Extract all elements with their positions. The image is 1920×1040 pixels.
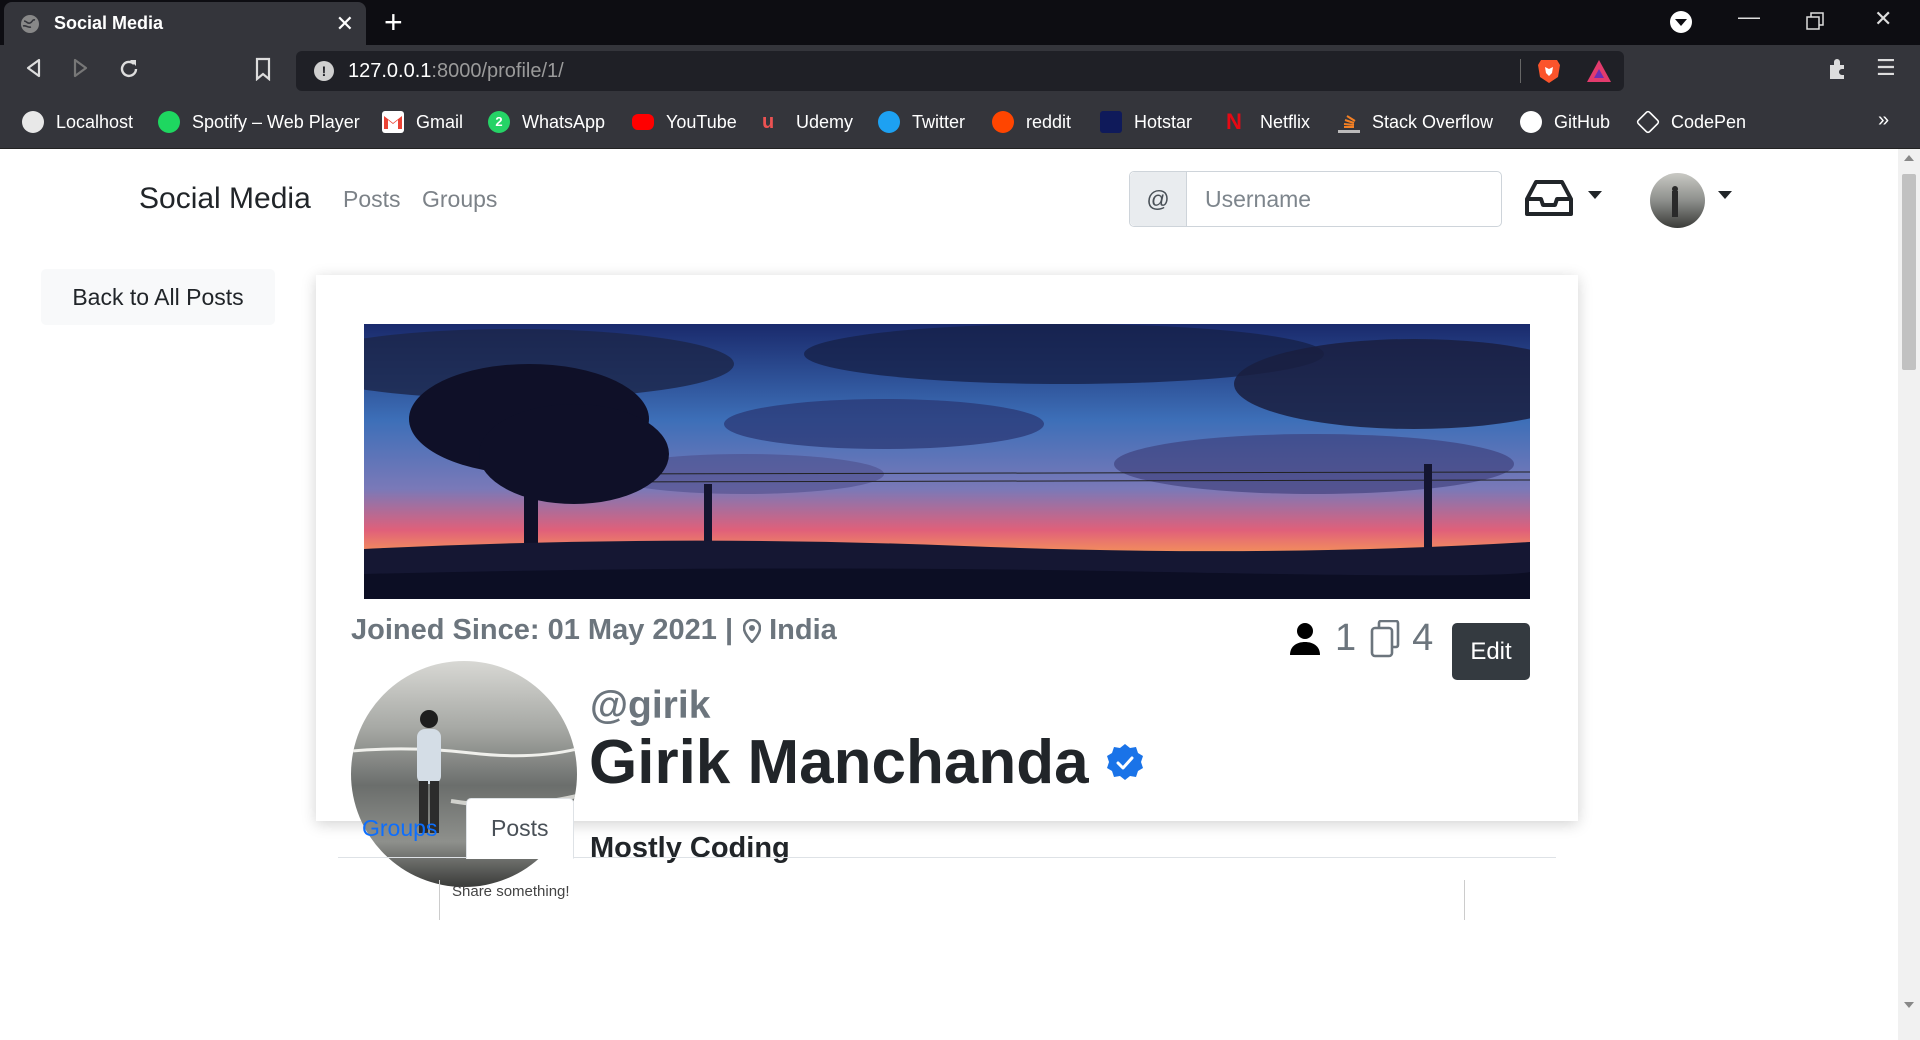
new-tab-icon[interactable]: + <box>384 4 403 41</box>
gmail-icon <box>382 111 404 133</box>
reload-icon[interactable] <box>117 57 141 81</box>
inbox-icon[interactable] <box>1524 179 1574 219</box>
profile-stats: 1 4 <box>1289 617 1433 660</box>
forward-icon[interactable] <box>70 57 90 79</box>
followers-count: 1 <box>1335 617 1357 659</box>
joined-info: Joined Since: 01 May 2021 | India <box>351 614 837 647</box>
username-search: @ <box>1129 171 1502 227</box>
profile-card: Joined Since: 01 May 2021 | India 1 4 Ed… <box>316 275 1578 887</box>
tab-groups[interactable]: Groups <box>338 798 461 859</box>
brave-shields-icon[interactable] <box>1536 57 1562 85</box>
location-pin-icon <box>743 618 762 643</box>
share-placeholder: Share something! <box>452 883 570 900</box>
menu-icon[interactable]: ☰ <box>1876 55 1896 81</box>
bookmark-icon[interactable] <box>254 57 272 81</box>
downloads-icon[interactable] <box>1670 11 1692 33</box>
back-to-posts-button[interactable]: Back to All Posts <box>41 269 275 325</box>
navbar-brand[interactable]: Social Media <box>139 182 311 216</box>
inbox-dropdown-caret[interactable] <box>1588 191 1602 199</box>
bookmarks-bar: Localhost Spotify – Web Player Gmail 2 Wh… <box>0 97 1920 149</box>
avatar[interactable] <box>1650 173 1705 228</box>
copy-icon <box>1370 619 1400 657</box>
bookmark-gmail[interactable]: Gmail <box>382 109 463 135</box>
profile-name: Girik Manchanda <box>589 727 1145 798</box>
bookmark-twitter[interactable]: Twitter <box>878 109 965 135</box>
search-prefix: @ <box>1130 172 1187 226</box>
netflix-icon: N <box>1226 109 1242 134</box>
profile-name-text: Girik Manchanda <box>589 728 1089 797</box>
browser-tab[interactable]: Social Media ✕ <box>4 2 366 45</box>
user-icon <box>1290 622 1320 655</box>
tab-posts[interactable]: Posts <box>466 798 574 859</box>
youtube-icon <box>632 114 654 130</box>
bookmark-stackoverflow[interactable]: Stack Overflow <box>1338 109 1493 135</box>
profile-banner <box>364 324 1530 599</box>
bookmark-localhost[interactable]: Localhost <box>22 109 133 135</box>
posts-count: 4 <box>1412 617 1434 659</box>
verified-badge-icon <box>1106 743 1143 780</box>
reddit-icon <box>992 111 1014 133</box>
address-bar[interactable]: ! 127.0.0.1:8000/profile/1/ <box>296 51 1624 91</box>
edit-profile-button[interactable]: Edit <box>1452 623 1530 680</box>
bookmark-github[interactable]: GitHub <box>1520 109 1610 135</box>
joined-since-text: Joined Since: 01 May 2021 | <box>351 614 734 646</box>
browser-tab-bar: Social Media ✕ + — ✕ <box>0 0 1920 45</box>
back-icon[interactable] <box>24 57 44 79</box>
page-content: Social Media Posts Groups @ Back to All … <box>0 149 1898 1040</box>
globe-icon <box>21 15 39 33</box>
page-scrollbar[interactable] <box>1898 149 1920 1040</box>
codepen-icon <box>1635 109 1661 135</box>
more-bookmarks-icon[interactable]: » <box>1878 109 1889 132</box>
profile-handle: @girik <box>590 684 711 727</box>
close-tab-icon[interactable]: ✕ <box>336 11 354 37</box>
udemy-icon: u <box>762 111 775 133</box>
bookmark-whatsapp[interactable]: 2 WhatsApp <box>488 109 605 135</box>
username-search-input[interactable] <box>1187 172 1501 226</box>
nav-link-posts[interactable]: Posts <box>343 186 401 213</box>
profile-tabs: Groups Posts <box>338 798 1556 859</box>
site-info-icon[interactable]: ! <box>314 61 334 81</box>
scroll-down-icon[interactable] <box>1904 1002 1914 1008</box>
hotstar-icon <box>1100 111 1122 133</box>
bookmark-reddit[interactable]: reddit <box>992 109 1071 135</box>
scroll-up-icon[interactable] <box>1904 155 1914 161</box>
restore-icon[interactable] <box>1806 12 1824 30</box>
tab-title: Social Media <box>54 13 164 33</box>
globe-icon <box>22 111 44 133</box>
stackoverflow-icon <box>1338 111 1360 133</box>
location-text: India <box>769 614 837 646</box>
bookmark-udemy[interactable]: u Udemy <box>762 109 853 135</box>
bookmark-codepen[interactable]: CodePen <box>1635 109 1746 135</box>
brave-rewards-icon[interactable] <box>1586 58 1612 84</box>
spotify-icon <box>158 111 180 133</box>
extensions-icon[interactable] <box>1826 57 1850 81</box>
bookmark-youtube[interactable]: YouTube <box>632 109 737 135</box>
profile-dropdown-caret[interactable] <box>1718 191 1732 199</box>
url-text: 127.0.0.1:8000/profile/1/ <box>348 60 564 82</box>
scrollbar-thumb[interactable] <box>1902 174 1916 370</box>
bookmark-hotstar[interactable]: Hotstar <box>1100 109 1192 135</box>
minimize-icon[interactable]: — <box>1738 4 1760 30</box>
divider <box>1520 59 1521 83</box>
github-icon <box>1520 111 1542 133</box>
share-post-box[interactable]: Share something! <box>439 880 1465 920</box>
browser-toolbar: ! 127.0.0.1:8000/profile/1/ ☰ <box>0 45 1920 97</box>
close-window-icon[interactable]: ✕ <box>1874 6 1892 32</box>
bookmark-netflix[interactable]: N Netflix <box>1226 109 1310 135</box>
whatsapp-icon: 2 <box>488 111 510 133</box>
nav-link-groups[interactable]: Groups <box>422 186 497 213</box>
twitter-icon <box>878 111 900 133</box>
bookmark-spotify[interactable]: Spotify – Web Player <box>158 109 360 135</box>
